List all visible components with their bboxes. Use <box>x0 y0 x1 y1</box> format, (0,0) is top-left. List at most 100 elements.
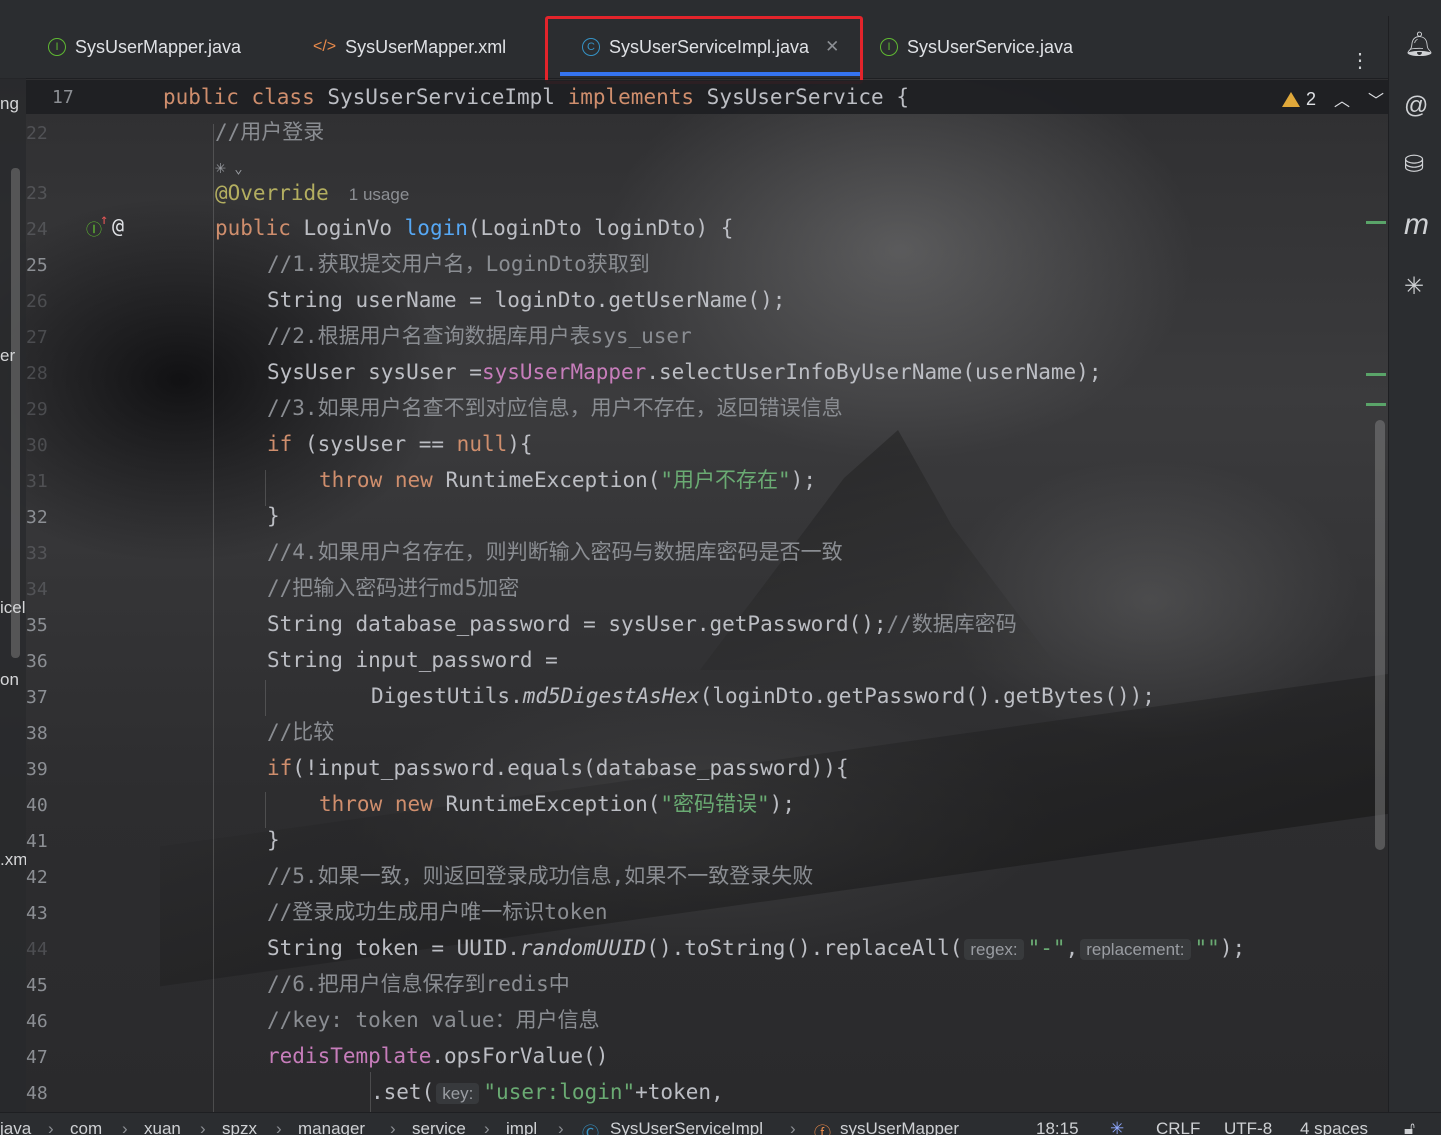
code-line-43[interactable]: //登录成功生成用户唯一标识token <box>267 894 608 930</box>
code-line-40[interactable]: throw new RuntimeException("密码错误"); <box>319 786 795 822</box>
code-line-31[interactable]: throw new RuntimeException("用户不存在"); <box>319 462 816 498</box>
code-line-24[interactable]: public LoginVo login(LoginDto loginDto) … <box>215 210 733 246</box>
code-text: } <box>267 504 280 528</box>
project-tree-fragment[interactable]: er <box>0 346 15 366</box>
line-number: 30 <box>26 435 48 456</box>
code-line-32[interactable]: } <box>267 498 280 534</box>
breadcrumb-item[interactable]: com <box>70 1119 102 1135</box>
change-marker[interactable] <box>1366 221 1386 224</box>
project-tree-fragment[interactable]: icel <box>0 598 26 618</box>
breadcrumb-separator-icon: › <box>390 1119 396 1135</box>
chevron-up-icon[interactable]: ︿ <box>1334 87 1350 111</box>
code-text: RuntimeException( <box>432 468 661 492</box>
code-line-22[interactable]: //用户登录 <box>215 114 324 150</box>
method-name: login <box>404 216 468 240</box>
code-line-42[interactable]: //5.如果一致，则返回登录成功信息,如果不一致登录失败 <box>267 858 813 894</box>
code-text: ); <box>1219 936 1246 960</box>
code-line-47[interactable]: redisTemplate.opsForValue() <box>267 1038 608 1074</box>
ai-assistant-icon[interactable]: ✳ <box>1110 1119 1124 1135</box>
code-text: String userName = loginDto.getUserName()… <box>267 288 786 312</box>
usage-count-hint[interactable]: 1 usage <box>349 185 410 204</box>
static-method: md5DigestAsHex <box>522 684 700 708</box>
more-vertical-icon[interactable]: ⋮ <box>1350 48 1370 73</box>
line-number: 36 <box>26 651 48 672</box>
code-text: .set( <box>371 1080 435 1104</box>
lock-icon[interactable]: 🔓︎ <box>1404 1119 1415 1135</box>
code-line-28[interactable]: SysUser sysUser =sysUserMapper.selectUse… <box>267 354 1101 390</box>
breadcrumb-separator-icon: › <box>122 1119 128 1135</box>
code-line-35[interactable]: String database_password = sysUser.getPa… <box>267 606 1017 642</box>
breadcrumb-item[interactable]: manager <box>298 1119 365 1135</box>
at-endpoint-icon[interactable]: @ <box>112 214 124 238</box>
comment: //1.获取提交用户名，LoginDto获取到 <box>267 252 650 276</box>
line-number: 42 <box>26 867 48 888</box>
project-tree-fragment[interactable]: on <box>0 670 19 690</box>
line-number: 17 <box>52 87 74 108</box>
breadcrumb-separator-icon: › <box>790 1119 796 1135</box>
indent-setting[interactable]: 4 spaces <box>1300 1119 1368 1135</box>
sticky-scroll-line[interactable]: 17 public class SysUserServiceImpl imple… <box>26 80 1388 114</box>
line-separator[interactable]: CRLF <box>1156 1119 1200 1135</box>
code-line-41[interactable]: } <box>267 822 280 858</box>
code-text: RuntimeException( <box>432 792 661 816</box>
inspection-widget[interactable]: 2 ︿ ﹀ <box>1282 87 1384 111</box>
code-line-23[interactable]: @Override 1 usage <box>215 175 409 211</box>
code-line-45[interactable]: //6.把用户信息保存到redis中 <box>267 966 570 1002</box>
line-number: 46 <box>26 1011 48 1032</box>
project-panel-scrollbar[interactable] <box>11 168 20 658</box>
tab-sysusermapper-xml[interactable]: </> SysUserMapper.xml <box>313 32 506 62</box>
code-line-29[interactable]: //3.如果用户名查不到对应信息，用户不存在，返回错误信息 <box>267 390 843 426</box>
notifications-bell-icon[interactable]: 🔔︎ <box>1404 30 1434 59</box>
database-icon[interactable]: ⛁ <box>1404 150 1424 179</box>
swirl-plugin-icon[interactable]: @ <box>1404 92 1428 120</box>
ai-assistant-icon[interactable]: ✳ <box>1404 272 1424 301</box>
line-number: 35 <box>26 615 48 636</box>
comment: //5.如果一致，则返回登录成功信息,如果不一致登录失败 <box>267 864 814 888</box>
comment: //6.把用户信息保存到redis中 <box>267 972 570 996</box>
code-line-44[interactable]: String token = UUID.randomUUID().toStrin… <box>267 930 1245 966</box>
line-number: 45 <box>26 975 48 996</box>
code-line-30[interactable]: if (sysUser == null){ <box>267 426 533 462</box>
line-number: 37 <box>26 687 48 708</box>
code-text: String input_password = <box>267 648 558 672</box>
code-line-37[interactable]: DigestUtils.md5DigestAsHex(loginDto.getP… <box>371 678 1155 714</box>
breadcrumb-item[interactable]: SysUserServiceImpl <box>610 1119 763 1135</box>
breadcrumb-item[interactable]: java <box>0 1119 31 1135</box>
editor-scrollbar[interactable] <box>1375 420 1385 850</box>
code-line-36[interactable]: String input_password = <box>267 642 558 678</box>
code-text: (loginDto.getPassword().getBytes()); <box>699 684 1155 708</box>
code-line-25[interactable]: //1.获取提交用户名，LoginDto获取到 <box>267 246 650 282</box>
code-line-39[interactable]: if(!input_password.equals(database_passw… <box>267 750 849 786</box>
maven-icon[interactable]: m <box>1404 208 1429 242</box>
code-line-48[interactable]: .set(key: "user:login"+token, <box>371 1074 724 1110</box>
code-line-26[interactable]: String userName = loginDto.getUserName()… <box>267 282 785 318</box>
keyword: if <box>267 756 293 780</box>
parameter-hint: key: <box>436 1083 480 1104</box>
project-tree-fragment[interactable]: .xm <box>0 850 26 870</box>
breadcrumb-item[interactable]: impl <box>506 1119 537 1135</box>
code-line-38[interactable]: //比较 <box>267 714 334 750</box>
static-method: randomUUID <box>519 936 647 960</box>
file-encoding[interactable]: UTF-8 <box>1224 1119 1272 1135</box>
arrow-up-icon: ↑ <box>100 212 109 228</box>
line-number: 43 <box>26 903 48 924</box>
keyword: public <box>215 216 291 240</box>
change-marker[interactable] <box>1366 373 1386 376</box>
breadcrumb-item[interactable]: service <box>412 1119 466 1135</box>
chevron-down-icon[interactable]: ﹀ <box>1368 87 1384 111</box>
breadcrumb-item[interactable]: spzx <box>222 1119 257 1135</box>
caret-position[interactable]: 18:15 <box>1036 1119 1079 1135</box>
breadcrumb-item[interactable]: xuan <box>144 1119 181 1135</box>
tab-sysusermapper-java[interactable]: I SysUserMapper.java <box>48 32 241 62</box>
change-marker[interactable] <box>1366 403 1386 406</box>
tab-sysuserservice-java[interactable]: I SysUserService.java <box>880 32 1073 62</box>
comment: //数据库密码 <box>886 612 1017 636</box>
code-line-27[interactable]: //2.根据用户名查询数据库用户表sys_user <box>267 318 692 354</box>
interface-icon: I <box>880 38 898 56</box>
breadcrumb-item[interactable]: sysUserMapper <box>840 1119 959 1135</box>
line-number: 39 <box>26 759 48 780</box>
code-line-46[interactable]: //key: token value：用户信息 <box>267 1002 600 1038</box>
code-line-33[interactable]: //4.如果用户名存在，则判断输入密码与数据库密码是否一致 <box>267 534 843 570</box>
project-tree-fragment[interactable]: ng <box>0 94 19 114</box>
code-line-34[interactable]: //把输入密码进行md5加密 <box>267 570 519 606</box>
